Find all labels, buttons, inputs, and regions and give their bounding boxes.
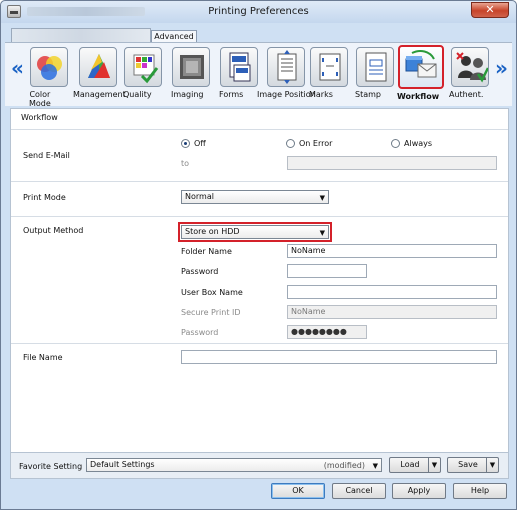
toolbar-imaging[interactable]: Imaging <box>171 47 211 99</box>
favorite-setting-select[interactable]: Default Settings (modified) ▼ <box>86 458 382 472</box>
toolbar-management[interactable]: Management <box>73 47 126 99</box>
output-method-select[interactable]: Store on HDD ▼ <box>181 225 329 239</box>
cancel-button[interactable]: Cancel <box>332 483 386 499</box>
email-to-field[interactable] <box>287 156 497 170</box>
help-button[interactable]: Help <box>453 483 507 499</box>
load-button-label: Load <box>400 460 420 469</box>
secure-password-label: Password <box>181 328 219 337</box>
toolbar-quality[interactable]: Quality <box>123 47 163 99</box>
secure-password-field[interactable]: ●●●●●●●● <box>287 325 367 339</box>
toolbar-label: Marks <box>309 90 333 99</box>
title-bar: Printing Preferences ✕ <box>1 1 516 23</box>
workflow-panel: Workflow Send E-Mail Off On Error Always… <box>10 108 509 453</box>
password-label: Password <box>181 267 219 276</box>
chevron-down-icon: ▼ <box>319 229 325 237</box>
favorite-modified-state: (modified) <box>323 461 365 470</box>
toolbar-forms[interactable]: Forms <box>219 47 259 99</box>
favorite-setting-bar: Favorite Setting Default Settings (modif… <box>10 453 509 479</box>
radio-on-error[interactable] <box>286 139 295 148</box>
toolbar-label: Workflow <box>397 92 440 101</box>
print-mode-label: Print Mode <box>23 193 66 202</box>
window-title: Printing Preferences <box>208 6 309 17</box>
quality-icon <box>124 47 162 87</box>
toolbar-label: Stamp <box>355 90 381 99</box>
radio-on-error-label: On Error <box>299 139 333 148</box>
favorite-setting-label: Favorite Setting <box>19 462 83 471</box>
favorite-setting-value: Default Settings <box>90 460 155 469</box>
management-icon <box>79 47 117 87</box>
close-icon: ✕ <box>485 3 495 16</box>
output-method-value: Store on HDD <box>185 227 240 236</box>
toolbar-label: Imaging <box>171 90 204 99</box>
close-button[interactable]: ✕ <box>471 2 509 18</box>
save-button-label: Save <box>458 460 478 469</box>
folder-name-field[interactable]: NoName <box>287 244 497 258</box>
toolbar-label: Authent. <box>449 90 484 99</box>
user-box-name-label: User Box Name <box>181 288 243 297</box>
ok-button[interactable]: OK <box>271 483 325 499</box>
category-toolbar: « Color Mode Management Quality Imaging … <box>5 42 512 108</box>
folder-name-label: Folder Name <box>181 247 232 256</box>
file-name-label: File Name <box>23 353 63 362</box>
toolbar-color-mode[interactable]: Color Mode <box>29 47 69 108</box>
toolbar-label: Color Mode <box>29 90 51 108</box>
chevron-down-icon[interactable]: ▼ <box>428 458 440 472</box>
toolbar-authentication[interactable]: Authent. <box>449 47 491 99</box>
secure-print-id-label: Secure Print ID <box>181 308 241 317</box>
color-mode-icon <box>30 47 68 87</box>
load-button[interactable]: Load ▼ <box>389 457 441 473</box>
scroll-left-arrow-icon[interactable]: « <box>11 56 24 80</box>
chevron-down-icon: ▼ <box>319 194 325 202</box>
print-mode-value: Normal <box>185 192 214 201</box>
email-to-label: to <box>181 159 190 168</box>
authentication-icon <box>451 47 489 87</box>
image-position-icon <box>267 47 305 87</box>
scroll-right-arrow-icon[interactable]: » <box>495 56 508 80</box>
toolbar-workflow[interactable]: Workflow <box>397 45 445 101</box>
file-name-field[interactable] <box>181 350 497 364</box>
workflow-icon <box>398 45 444 89</box>
toolbar-label: Management <box>73 90 126 99</box>
forms-icon <box>220 47 258 87</box>
toolbar-label: Image Position <box>257 90 316 99</box>
printing-preferences-window: Printing Preferences ✕ Advanced « Color … <box>0 0 517 510</box>
chevron-down-icon[interactable]: ▼ <box>486 458 498 472</box>
imaging-icon <box>172 47 210 87</box>
tab-blurred[interactable] <box>11 28 151 42</box>
output-method-label: Output Method <box>23 226 84 235</box>
radio-always-label: Always <box>404 139 433 148</box>
radio-always[interactable] <box>391 139 400 148</box>
toolbar-label: Quality <box>123 90 152 99</box>
marks-icon <box>310 47 348 87</box>
print-mode-select[interactable]: Normal ▼ <box>181 190 329 204</box>
secure-print-id-field[interactable]: NoName <box>287 305 497 319</box>
save-button[interactable]: Save ▼ <box>447 457 499 473</box>
section-heading: Workflow <box>21 113 58 122</box>
toolbar-image-position[interactable]: Image Position <box>257 47 316 99</box>
password-field[interactable] <box>287 264 367 278</box>
toolbar-stamp[interactable]: Stamp <box>355 47 395 99</box>
output-method-section: Output Method Store on HDD ▼ Folder Name … <box>11 216 508 343</box>
file-name-section: File Name <box>11 343 508 373</box>
send-email-section: Send E-Mail Off On Error Always to <box>11 129 508 181</box>
radio-off-label: Off <box>194 139 206 148</box>
toolbar-marks[interactable]: Marks <box>309 47 349 99</box>
print-mode-section: Print Mode Normal ▼ <box>11 181 508 213</box>
toolbar-label: Forms <box>219 90 244 99</box>
apply-button[interactable]: Apply <box>392 483 446 499</box>
send-email-label: Send E-Mail <box>23 151 70 160</box>
stamp-icon <box>356 47 394 87</box>
radio-off[interactable] <box>181 139 190 148</box>
chevron-down-icon: ▼ <box>372 462 378 470</box>
user-box-name-field[interactable] <box>287 285 497 299</box>
